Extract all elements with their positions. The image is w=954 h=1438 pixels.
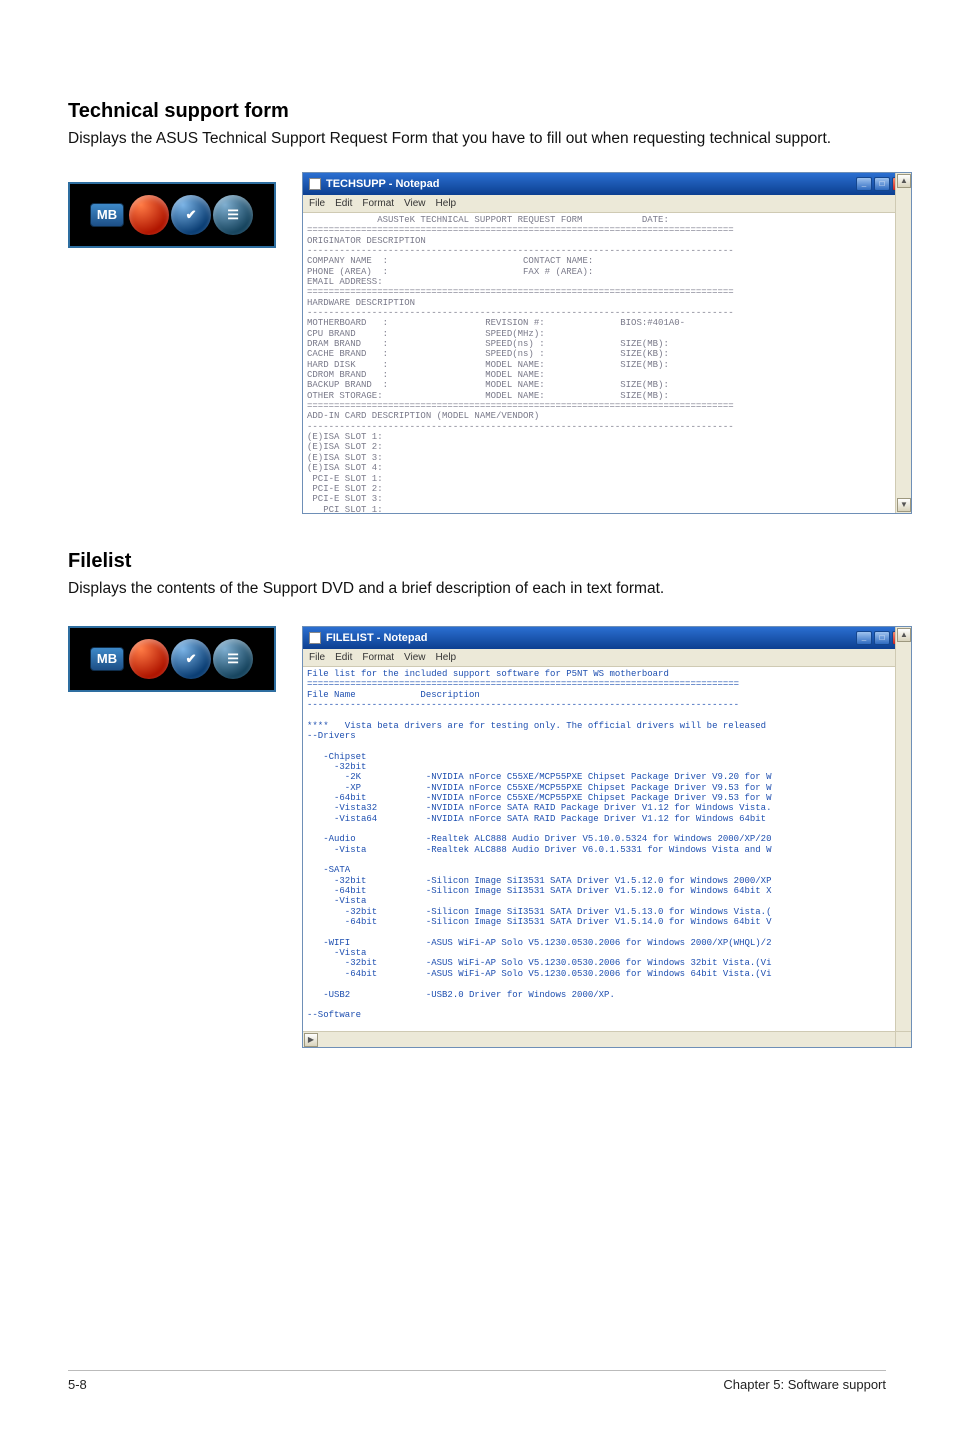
window-titlebar[interactable]: FILELIST - Notepad _ □ × (303, 627, 911, 649)
scroll-down-icon[interactable]: ▼ (897, 498, 911, 512)
chapter-label: Chapter 5: Software support (723, 1377, 886, 1392)
section-lead-filelist: Displays the contents of the Support DVD… (68, 579, 886, 600)
notepad-content[interactable]: ASUSTeK TECHNICAL SUPPORT REQUEST FORM D… (303, 213, 911, 513)
section-lead-tech-support: Displays the ASUS Technical Support Requ… (68, 129, 886, 150)
asus-badge: MB ✔ ☰ (68, 182, 276, 248)
menu-edit[interactable]: Edit (335, 652, 352, 663)
asus-badge: MB ✔ ☰ (68, 626, 276, 692)
orb-icon: ☰ (213, 639, 253, 679)
orb-icon: ✔ (171, 195, 211, 235)
minimize-button[interactable]: _ (856, 177, 872, 191)
orb-icon: ☰ (213, 195, 253, 235)
menu-view[interactable]: View (404, 652, 426, 663)
menu-file[interactable]: File (309, 652, 325, 663)
menubar[interactable]: File Edit Format View Help (303, 195, 911, 213)
vertical-scrollbar[interactable]: ▲ ▼ (895, 173, 911, 513)
menu-edit[interactable]: Edit (335, 198, 352, 209)
window-titlebar[interactable]: TECHSUPP - Notepad _ □ × (303, 173, 911, 195)
app-icon (309, 632, 321, 644)
section-heading-tech-support: Technical support form (68, 100, 886, 123)
filelist-header: File list for the included support softw… (307, 669, 766, 731)
scroll-corner (895, 1031, 911, 1047)
horizontal-scrollbar[interactable]: ◀ ▶ (303, 1031, 895, 1047)
menu-help[interactable]: Help (436, 652, 457, 663)
orb-icon: ✔ (171, 639, 211, 679)
menu-file[interactable]: File (309, 198, 325, 209)
orb-icon (129, 195, 169, 235)
scroll-up-icon[interactable]: ▲ (897, 628, 911, 642)
minimize-button[interactable]: _ (856, 631, 872, 645)
section-heading-filelist: Filelist (68, 550, 886, 573)
menubar[interactable]: File Edit Format View Help (303, 649, 911, 667)
menu-help[interactable]: Help (436, 198, 457, 209)
app-icon (309, 178, 321, 190)
scroll-up-icon[interactable]: ▲ (897, 174, 911, 188)
menu-view[interactable]: View (404, 198, 426, 209)
notepad-window-filelist: FILELIST - Notepad _ □ × File Edit Forma… (302, 626, 912, 1048)
maximize-button[interactable]: □ (874, 631, 890, 645)
window-title: TECHSUPP - Notepad (326, 178, 439, 190)
window-title: FILELIST - Notepad (326, 632, 427, 644)
maximize-button[interactable]: □ (874, 177, 890, 191)
mb-badge: MB (90, 647, 124, 671)
mb-badge: MB (90, 203, 124, 227)
page-number: 5-8 (68, 1377, 87, 1392)
scroll-right-icon[interactable]: ▶ (304, 1033, 318, 1047)
notepad-content[interactable]: File list for the included support softw… (303, 667, 911, 1047)
orb-icon (129, 639, 169, 679)
notepad-window-techsupp: TECHSUPP - Notepad _ □ × File Edit Forma… (302, 172, 912, 514)
screenshot-filelist: MB ✔ ☰ FILELIST - Notepad _ □ × File Edi… (68, 626, 886, 1066)
screenshot-techsupp: MB ✔ ☰ TECHSUPP - Notepad _ □ × File Edi… (68, 172, 886, 522)
menu-format[interactable]: Format (362, 652, 394, 663)
filelist-drivers: --Drivers -Chipset -32bit -2K -NVIDIA nF… (307, 731, 771, 1041)
page-footer: 5-8 Chapter 5: Software support (68, 1370, 886, 1392)
menu-format[interactable]: Format (362, 198, 394, 209)
vertical-scrollbar[interactable]: ▲ ▼ (895, 627, 911, 1047)
